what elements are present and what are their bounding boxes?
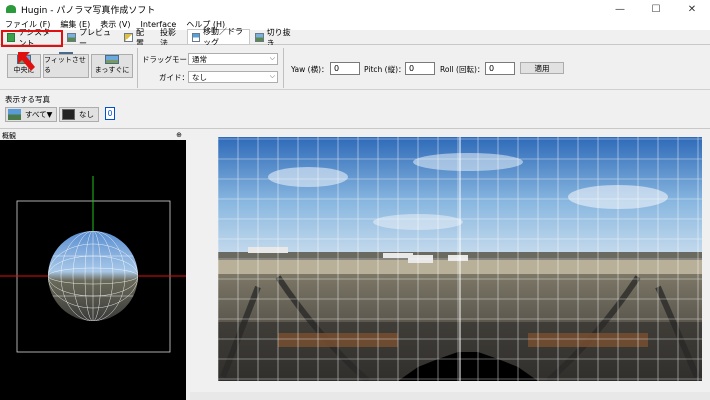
show-all-button[interactable]: すべて▼ xyxy=(5,107,57,122)
highlight-box xyxy=(1,30,63,47)
apply-button[interactable]: 適用 xyxy=(520,62,564,74)
tab-bar: アシスタント プレビュー 配置 投影法 移動／ドラッグ 切り抜き xyxy=(0,27,710,48)
overview-label: 概観 xyxy=(2,131,16,140)
yaw-label: Yaw (横)： xyxy=(291,65,329,74)
fit-icon xyxy=(59,52,73,54)
panorama-icon xyxy=(8,109,21,120)
image-toggle-0[interactable]: 0 xyxy=(105,107,115,120)
overview-header: 概観 ⊕ xyxy=(0,131,186,140)
tab-layout[interactable]: 配置 xyxy=(119,28,155,48)
yaw-input[interactable]: 0 xyxy=(330,62,360,75)
close-button[interactable]: ✕ xyxy=(674,0,710,18)
chevron-down-icon: ⌵ xyxy=(269,54,275,62)
overview-panel: 概観 ⊕ xyxy=(0,131,186,400)
crop-icon xyxy=(255,33,264,42)
tab-crop[interactable]: 切り抜き xyxy=(250,28,298,48)
move-drag-toolbar: 中央に フィットさせる まっすぐに ドラッグモード： 通常 ⌵ ガイド： なし … xyxy=(0,45,710,90)
fit-button[interactable]: フィットさせる xyxy=(43,52,89,78)
maximize-button[interactable]: ☐ xyxy=(638,0,674,18)
overview-sphere-view[interactable] xyxy=(0,140,186,400)
grid-icon xyxy=(62,109,75,120)
panorama-canvas[interactable] xyxy=(218,137,702,381)
tab-preview[interactable]: プレビュー xyxy=(62,28,119,48)
preview-icon xyxy=(67,33,76,42)
roll-input[interactable]: 0 xyxy=(485,62,515,75)
layout-icon xyxy=(124,33,133,42)
title-bar: Hugin - パノラマ写真作成ソフト — ☐ ✕ xyxy=(0,0,710,18)
fit-label: フィットさせる xyxy=(44,56,86,74)
window-controls: — ☐ ✕ xyxy=(602,0,710,18)
guide-label: ガイド： xyxy=(159,73,189,82)
show-none-button[interactable]: なし xyxy=(59,107,99,122)
drag-mode-select[interactable]: 通常 ⌵ xyxy=(188,53,278,65)
guide-select[interactable]: なし ⌵ xyxy=(188,71,278,83)
pin-icon[interactable]: ⊕ xyxy=(176,131,182,139)
roll-label: Roll (回転)： xyxy=(440,65,485,74)
red-arrow-icon xyxy=(18,52,35,71)
show-all-label: すべて▼ xyxy=(25,110,53,119)
tab-move-drag[interactable]: 移動／ドラッグ xyxy=(187,27,250,47)
hugin-app-icon xyxy=(5,3,17,15)
panorama-preview[interactable] xyxy=(218,137,702,381)
chevron-down-icon: ⌵ xyxy=(269,72,275,80)
show-none-label: なし xyxy=(79,110,94,119)
horizontal-scrollbar[interactable] xyxy=(190,392,710,400)
tab-projection[interactable]: 投影法 xyxy=(155,28,187,48)
pitch-label: Pitch (縦)： xyxy=(364,65,406,74)
show-images-bar: 表示する写真 すべて▼ なし 0 xyxy=(0,91,710,129)
straighten-label: まっすぐに xyxy=(94,66,130,74)
straighten-button[interactable]: まっすぐに xyxy=(91,54,133,78)
move-drag-icon xyxy=(192,32,200,42)
drag-mode-value: 通常 xyxy=(192,54,207,64)
window-title: Hugin - パノラマ写真作成ソフト xyxy=(21,5,156,16)
toolbar-divider xyxy=(137,48,138,88)
straighten-icon xyxy=(105,55,119,64)
guide-value: なし xyxy=(192,72,207,82)
minimize-button[interactable]: — xyxy=(602,0,638,18)
show-images-label: 表示する写真 xyxy=(5,95,50,104)
pitch-input[interactable]: 0 xyxy=(405,62,435,75)
toolbar-divider xyxy=(283,48,284,88)
